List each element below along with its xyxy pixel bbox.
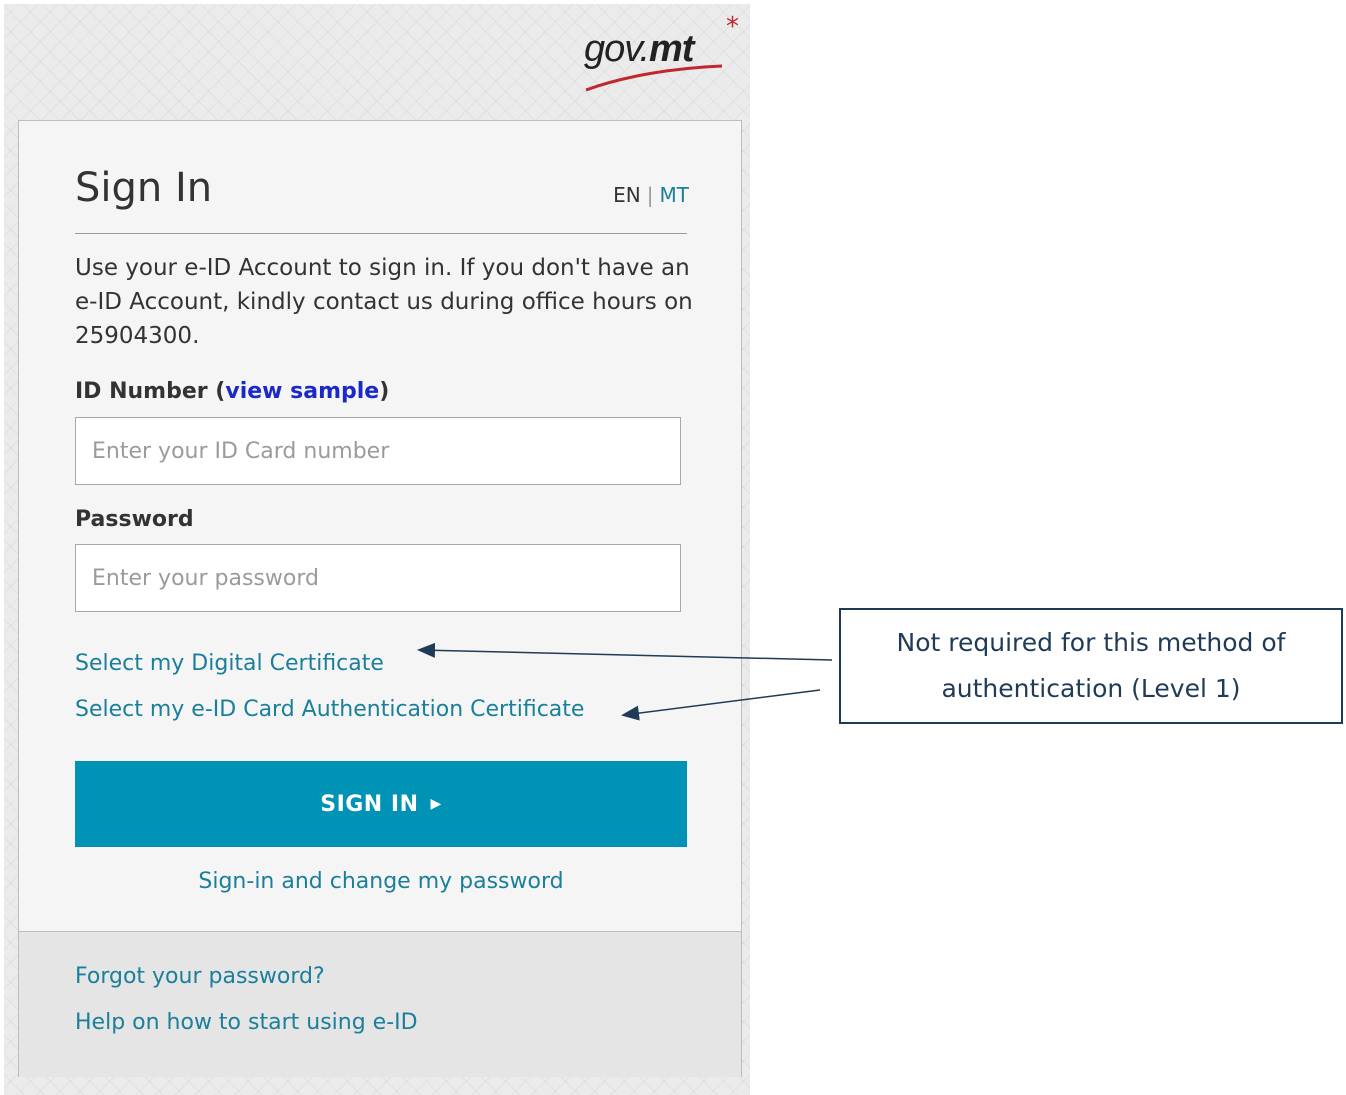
annotation-arrows bbox=[417, 642, 833, 721]
arrow-to-eid-certificate bbox=[621, 689, 821, 721]
arrow-to-digital-certificate bbox=[417, 642, 833, 661]
